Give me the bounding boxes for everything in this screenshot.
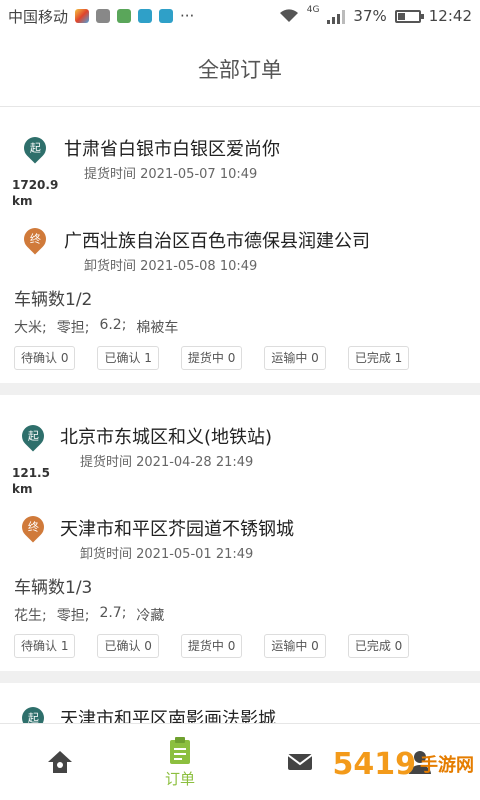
chip-in-transit[interactable]: 运输中 0 xyxy=(264,346,326,370)
nav-home[interactable] xyxy=(20,747,100,777)
order-card[interactable]: 起 北京市东城区和义(地铁站) 提货时间 2021-04-28 21:49 12… xyxy=(0,409,480,671)
clipboard-icon xyxy=(170,736,190,764)
distance: 121.5 km xyxy=(12,465,50,497)
distance-unit: km xyxy=(12,194,33,208)
header: 全部订单 xyxy=(0,32,480,107)
chip-pending[interactable]: 待确认 1 xyxy=(14,634,76,658)
goods-type: 大米; xyxy=(14,320,47,336)
delivery-time: 卸货时间 2021-05-08 10:49 xyxy=(84,259,258,274)
watermark-number: 5419 xyxy=(332,746,417,782)
network-type: 4G xyxy=(306,5,320,15)
delivery-address: 广西壮族自治区百色市德保县润建公司 xyxy=(64,231,370,252)
more-notifications: ··· xyxy=(180,7,195,25)
chip-completed[interactable]: 已完成 0 xyxy=(347,634,410,658)
pickup-time: 提货时间 2021-04-28 21:49 xyxy=(80,455,254,470)
status-left: 中国移动 ··· xyxy=(8,6,194,27)
page-title: 全部订单 xyxy=(198,58,282,82)
shield-notification-icon xyxy=(138,9,153,23)
battery-percent: 37% xyxy=(353,7,387,25)
distance-value: 1720.9 xyxy=(12,178,59,192)
carrier-label: 中国移动 xyxy=(8,7,69,26)
chip-pending[interactable]: 待确认 0 xyxy=(14,346,76,370)
chip-picking-up[interactable]: 提货中 0 xyxy=(180,346,243,370)
delivery-time: 卸货时间 2021-05-01 21:49 xyxy=(80,547,254,562)
list-top-spacer xyxy=(0,107,480,121)
start-pin-icon: 起 xyxy=(19,132,51,164)
chip-confirmed[interactable]: 已确认 1 xyxy=(97,346,159,370)
spacer xyxy=(0,395,480,409)
pickup-address: 北京市东城区和义(地铁站) xyxy=(60,427,273,448)
end-pin-icon: 终 xyxy=(17,511,49,543)
end-pin-icon: 终 xyxy=(19,223,51,255)
goods-info: 花生; 零担; 2.7; 冷藏 xyxy=(14,605,164,625)
spacer xyxy=(0,683,480,697)
clock: 12:42 xyxy=(428,7,472,25)
divider xyxy=(0,671,480,683)
vehicle-type: 冷藏 xyxy=(136,608,165,624)
order-card[interactable]: 起 天津市和平区南影画法影城 xyxy=(0,697,480,724)
order-card[interactable]: 起 甘肃省白银市白银区爱尚你 提货时间 2021-05-07 10:49 172… xyxy=(0,121,480,383)
distance-value: 121.5 xyxy=(12,466,50,480)
weight: 2.7; xyxy=(99,605,127,621)
home-icon xyxy=(48,751,72,773)
nav-orders[interactable]: 订单 xyxy=(140,736,220,789)
start-pin-icon: 起 xyxy=(17,420,49,452)
status-bar: 中国移动 ··· 4G 37% 12:42 xyxy=(0,0,480,32)
image-notification-icon xyxy=(96,9,111,23)
status-chips: 待确认 1 已确认 0 提货中 0 运输中 0 已完成 0 xyxy=(14,634,410,658)
vehicle-count: 车辆数1/3 xyxy=(14,578,93,598)
watermark-text: 手游网 xyxy=(420,755,474,776)
site-watermark: 5419 手游网 xyxy=(304,734,475,794)
chip-in-transit[interactable]: 运输中 0 xyxy=(264,634,326,658)
vehicle-count: 车辆数1/2 xyxy=(14,290,93,310)
nav-orders-label: 订单 xyxy=(164,769,195,788)
battery-icon xyxy=(394,9,424,23)
pickup-time: 提货时间 2021-05-07 10:49 xyxy=(84,167,258,182)
status-right: 4G 37% 12:42 xyxy=(279,5,472,25)
status-chips: 待确认 0 已确认 1 提货中 0 运输中 0 已完成 1 xyxy=(14,346,410,370)
order-list[interactable]: 起 甘肃省白银市白银区爱尚你 提货时间 2021-05-07 10:49 172… xyxy=(0,107,480,724)
pickup-address: 甘肃省白银市白银区爱尚你 xyxy=(64,139,280,160)
chip-completed[interactable]: 已完成 1 xyxy=(347,346,410,370)
chip-confirmed[interactable]: 已确认 0 xyxy=(97,634,159,658)
wechat-notification-icon xyxy=(117,9,132,23)
app-notification-icon xyxy=(75,9,90,23)
wifi-icon xyxy=(279,9,298,22)
distance: 1720.9 km xyxy=(12,177,58,209)
goods-info: 大米; 零担; 6.2; 棉被车 xyxy=(14,317,178,337)
weight: 6.2; xyxy=(99,317,127,333)
load-type: 零担; xyxy=(56,320,90,336)
pickup-address: 天津市和平区南影画法影城 xyxy=(60,709,276,724)
chip-picking-up[interactable]: 提货中 0 xyxy=(180,634,243,658)
distance-unit: km xyxy=(12,482,33,496)
load-type: 零担; xyxy=(56,608,90,624)
delivery-address: 天津市和平区芥园道不锈钢城 xyxy=(60,519,294,540)
shield-notification-icon-2 xyxy=(159,9,174,23)
signal-icon xyxy=(327,8,346,24)
goods-type: 花生; xyxy=(14,608,47,624)
vehicle-type: 棉被车 xyxy=(136,320,179,336)
start-pin-icon: 起 xyxy=(17,702,49,724)
divider xyxy=(0,383,480,395)
